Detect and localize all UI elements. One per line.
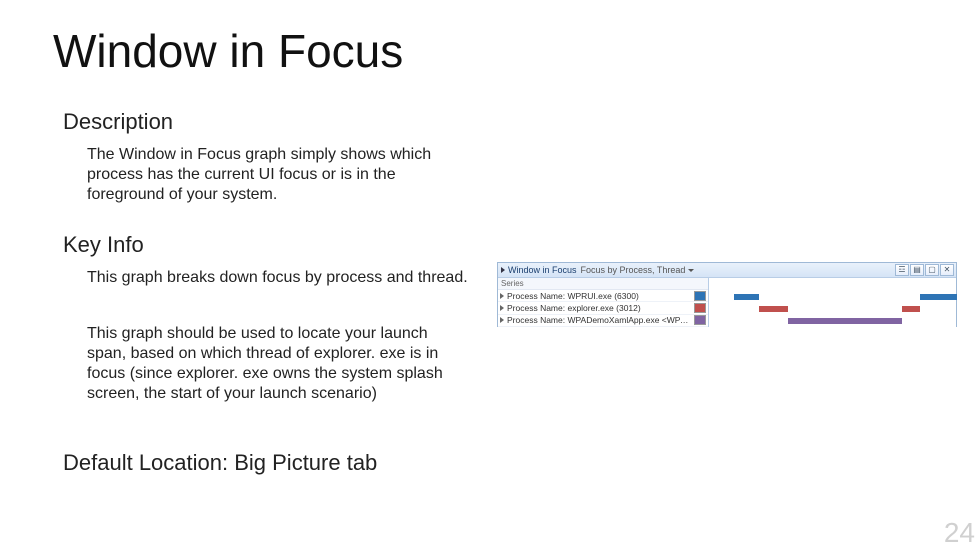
series-label: Process Name: WPADemoXamlApp.exe <WPA... [507, 315, 692, 325]
graph-panel: Window in Focus Focus by Process, Thread… [497, 262, 957, 327]
panel-subtitle: Focus by Process, Thread [581, 265, 686, 275]
chart-bar [788, 318, 902, 324]
series-swatch [694, 315, 706, 325]
series-swatch [694, 291, 706, 301]
series-swatch [694, 303, 706, 313]
chart-bar [759, 306, 789, 312]
series-row[interactable]: Process Name: WPADemoXamlApp.exe <WPA... [498, 315, 708, 327]
keyinfo-heading: Key Info [63, 232, 473, 258]
toolbar-maximize-button[interactable]: ▢ [925, 264, 939, 276]
section-keyinfo: Key Info This graph breaks down focus by… [63, 232, 473, 264]
toolbar-close-button[interactable]: ✕ [940, 264, 954, 276]
section-description: Description The Window in Focus graph si… [63, 109, 473, 141]
chart-area [709, 278, 956, 327]
series-row[interactable]: Process Name: explorer.exe (3012) [498, 302, 708, 314]
row-expand-icon[interactable] [500, 293, 504, 299]
row-expand-icon[interactable] [500, 317, 504, 323]
expand-icon[interactable] [501, 267, 505, 273]
row-expand-icon[interactable] [500, 305, 504, 311]
page-number: 24 [944, 517, 975, 549]
series-label: Process Name: explorer.exe (3012) [507, 303, 692, 313]
description-heading: Description [63, 109, 473, 135]
chart-bar [902, 306, 919, 312]
toolbar-toggle-button[interactable]: ☲ [895, 264, 909, 276]
series-header: Series [498, 278, 708, 290]
graph-panel-header: Window in Focus Focus by Process, Thread… [498, 263, 956, 278]
toolbar-chart-button[interactable]: ▤ [910, 264, 924, 276]
series-label: Process Name: WPRUI.exe (6300) [507, 291, 692, 301]
keyinfo-paragraph-2: This graph should be used to locate your… [87, 324, 467, 404]
chart-bar [734, 294, 759, 300]
keyinfo-paragraph-1: This graph breaks down focus by process … [87, 268, 477, 288]
dropdown-icon[interactable] [688, 269, 694, 272]
panel-title: Window in Focus [508, 265, 577, 275]
description-body: The Window in Focus graph simply shows w… [87, 145, 467, 205]
series-pane: Series Process Name: WPRUI.exe (6300) Pr… [498, 278, 709, 327]
series-row[interactable]: Process Name: WPRUI.exe (6300) [498, 290, 708, 302]
chart-bar [920, 294, 957, 300]
page-title: Window in Focus [53, 24, 403, 78]
default-location: Default Location: Big Picture tab [63, 450, 377, 476]
